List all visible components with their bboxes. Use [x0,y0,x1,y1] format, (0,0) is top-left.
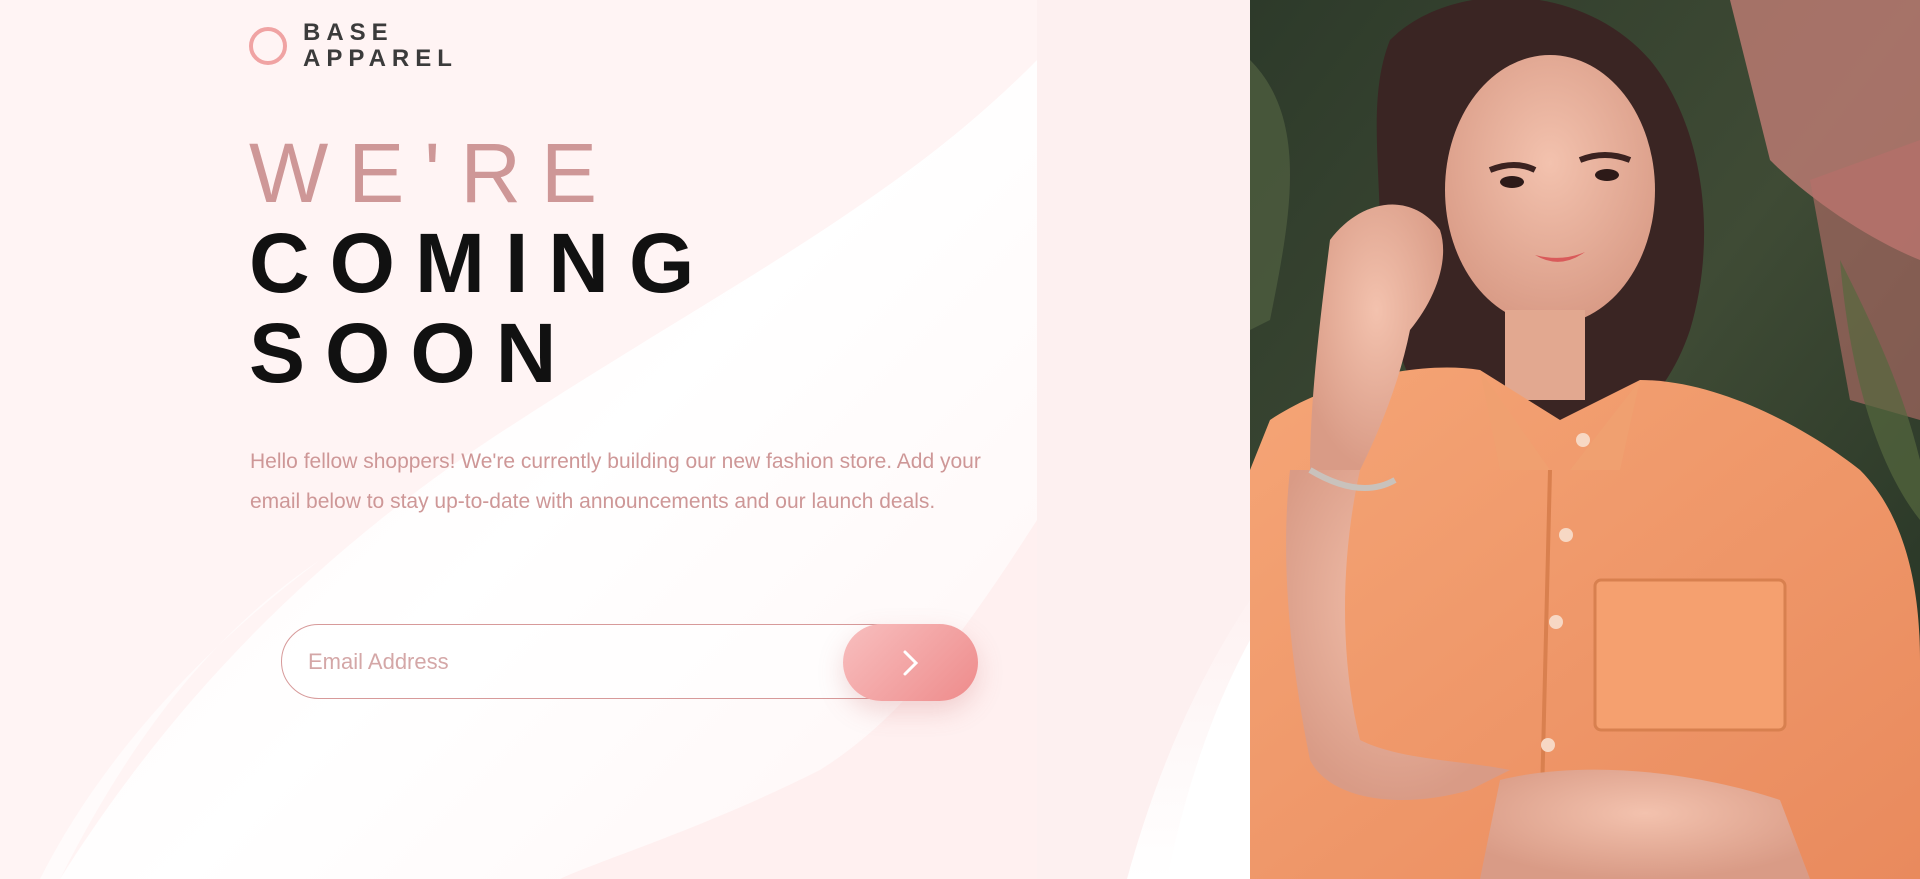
title-line-light: WE'RE [249,126,618,220]
ring-icon [249,27,287,65]
hero-image [1250,0,1920,879]
submit-button[interactable] [843,624,978,701]
brand-name: BASE APPAREL [303,20,458,72]
brand-name-line2: APPAREL [303,45,458,72]
intro-text: Hello fellow shoppers! We're currently b… [250,450,981,513]
title-line-coming: COMING [249,216,715,310]
brand-name-line1: BASE [303,19,394,46]
background-wave-strip [1037,0,1250,879]
signup-form [281,624,979,701]
chevron-right-icon [903,650,918,675]
brand-logo[interactable]: BASE APPAREL [249,20,458,72]
page-title: WE'RE COMING SOON [249,128,714,398]
background-wave-right [1037,0,1250,879]
title-line-soon: SOON [249,306,577,400]
